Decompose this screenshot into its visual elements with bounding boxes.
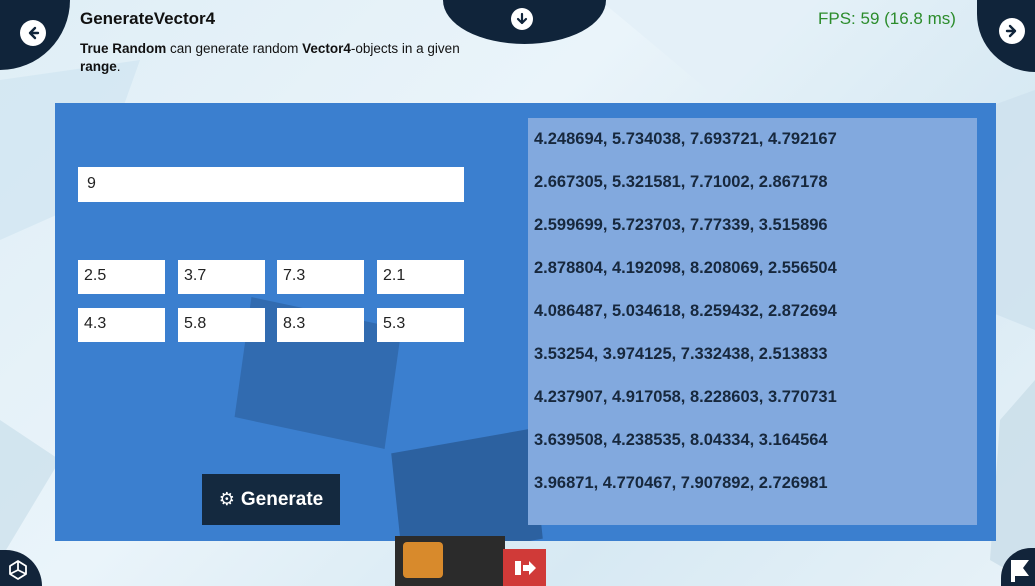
page-description: True Random can generate random Vector4-… xyxy=(80,40,460,76)
background-cube xyxy=(395,536,505,586)
list-item: 4.086487, 5.034618, 8.259432, 2.872694 xyxy=(534,302,837,320)
list-item: 3.53254, 3.974125, 7.332438, 2.513833 xyxy=(534,345,828,363)
background-cube xyxy=(391,428,543,541)
max-x-input[interactable]: 4.3 xyxy=(78,308,165,342)
desc-part: True Random xyxy=(80,41,167,56)
main-panel: 9 2.5 3.7 7.3 2.1 4.3 5.8 8.3 5.3 ⚙ Gene… xyxy=(55,103,996,541)
desc-part: Vector4 xyxy=(302,41,351,56)
arrow-right-circle-icon[interactable] xyxy=(999,18,1025,44)
count-input[interactable]: 9 xyxy=(78,167,464,202)
gear-icon: ⚙ xyxy=(218,489,235,509)
fps-counter: FPS: 59 (16.8 ms) xyxy=(818,9,956,28)
desc-part: . xyxy=(116,59,121,74)
desc-part: -objects in a given xyxy=(350,41,460,56)
page-title: GenerateVector4 xyxy=(80,9,216,28)
generate-button-label: Generate xyxy=(240,488,324,510)
desc-part: can generate random xyxy=(166,41,303,56)
min-y-input[interactable]: 3.7 xyxy=(178,260,265,294)
max-y-input[interactable]: 5.8 xyxy=(178,308,265,342)
list-item: 2.667305, 5.321581, 7.71002, 2.867178 xyxy=(534,173,828,191)
min-w-input[interactable]: 2.1 xyxy=(377,260,464,294)
max-z-input[interactable]: 8.3 xyxy=(277,308,364,342)
output-list: 4.248694, 5.734038, 7.693721, 4.792167 2… xyxy=(528,118,977,525)
min-z-input[interactable]: 7.3 xyxy=(277,260,364,294)
max-w-input[interactable]: 5.3 xyxy=(377,308,464,342)
list-item: 4.237907, 4.917058, 8.228603, 3.770731 xyxy=(534,388,837,406)
generate-button[interactable]: ⚙ Generate xyxy=(202,474,340,525)
exit-button[interactable] xyxy=(503,549,546,586)
unity-logo-icon xyxy=(9,560,27,580)
arrow-down-circle-icon[interactable] xyxy=(511,8,533,30)
list-item: 3.96871, 4.770467, 7.907892, 2.726981 xyxy=(534,474,828,492)
list-item: 2.878804, 4.192098, 8.208069, 2.556504 xyxy=(534,259,837,277)
list-item: 3.639508, 4.238535, 8.04334, 3.164564 xyxy=(534,431,828,449)
list-item: 4.248694, 5.734038, 7.693721, 4.792167 xyxy=(534,130,837,148)
arrow-left-circle-icon[interactable] xyxy=(20,20,46,46)
flag-logo-icon xyxy=(1011,560,1029,582)
desc-part: range xyxy=(80,59,117,74)
list-item: 2.599699, 5.723703, 7.77339, 3.515896 xyxy=(534,216,828,234)
min-x-input[interactable]: 2.5 xyxy=(78,260,165,294)
exit-icon xyxy=(514,560,536,575)
